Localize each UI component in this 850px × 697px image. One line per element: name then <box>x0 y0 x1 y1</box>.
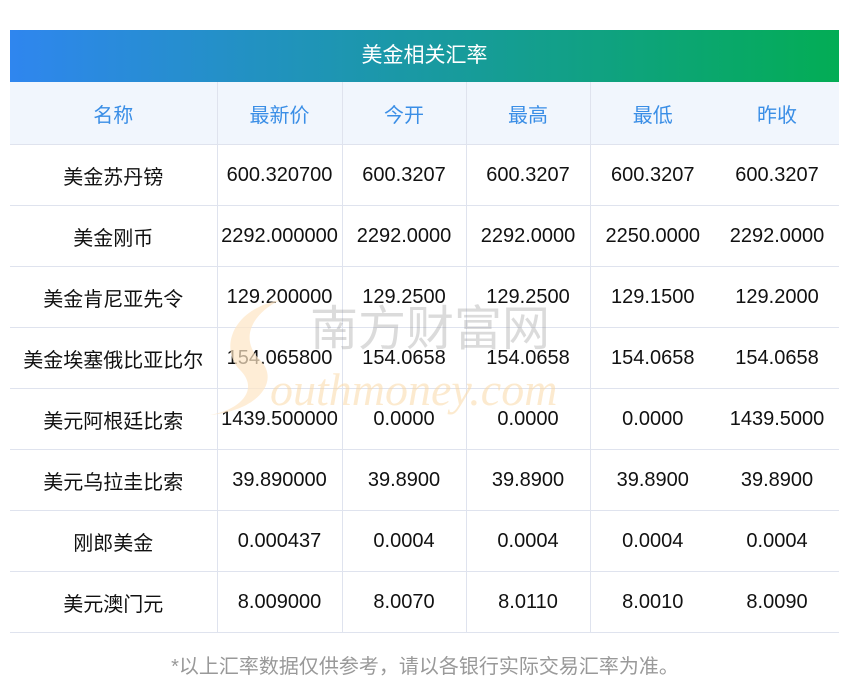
table-row: 美金埃塞俄比亚比尔 154.065800 154.0658 154.0658 154.0… <box>10 327 839 389</box>
rate-cell: 600.3207 <box>715 144 839 206</box>
rate-cell: 600.320700 <box>217 144 343 206</box>
currency-name-cell: 美金刚币 <box>10 205 218 267</box>
header-row: 名称 最新价 今开 最高 最低 昨收 <box>10 82 839 145</box>
rate-cell: 129.2500 <box>466 266 591 328</box>
rate-cell: 600.3207 <box>466 144 591 206</box>
table-row: 刚郎美金 0.000437 0.0004 0.0004 0.0004 0.0004 <box>10 510 839 572</box>
column-header: 今开 <box>342 82 467 145</box>
rate-cell: 39.8900 <box>590 449 715 511</box>
rate-cell: 0.0000 <box>342 388 467 450</box>
rate-cell: 0.0004 <box>466 510 591 572</box>
rate-table: 名称 最新价 今开 最高 最低 昨收 美金苏丹镑 600.320700 600.3207 600… <box>10 82 839 633</box>
rate-cell: 0.0004 <box>342 510 467 572</box>
rate-cell: 39.8900 <box>715 449 839 511</box>
currency-name-cell: 美元阿根廷比索 <box>10 388 218 450</box>
table-row: 美元澳门元 8.009000 8.0070 8.0110 8.0010 8.0090 <box>10 571 839 633</box>
currency-name-cell: 美金肯尼亚先令 <box>10 266 218 328</box>
rate-cell: 154.0658 <box>342 327 467 389</box>
rate-cell: 0.000437 <box>217 510 343 572</box>
table-row: 美元乌拉圭比索 39.890000 39.8900 39.8900 39.8900 39.… <box>10 449 839 511</box>
rate-cell: 600.3207 <box>342 144 467 206</box>
rate-cell: 154.065800 <box>217 327 343 389</box>
rate-cell: 39.890000 <box>217 449 343 511</box>
table-row: 美元阿根廷比索 1439.500000 0.0000 0.0000 0.0000 1439… <box>10 388 839 450</box>
currency-name-cell: 美金苏丹镑 <box>10 144 218 206</box>
column-header: 名称 <box>10 82 218 145</box>
rate-cell: 2292.0000 <box>342 205 467 267</box>
rate-cell: 8.0090 <box>715 571 839 633</box>
rate-cell: 154.0658 <box>466 327 591 389</box>
rate-cell: 154.0658 <box>590 327 715 389</box>
rate-cell: 39.8900 <box>342 449 467 511</box>
rate-table-card: 美金相关汇率 名称 最新价 今开 最高 最低 昨收 美金苏丹镑 600.320700 600.… <box>10 30 839 633</box>
currency-name-cell: 刚郎美金 <box>10 510 218 572</box>
rate-cell: 129.1500 <box>590 266 715 328</box>
rate-cell: 8.009000 <box>217 571 343 633</box>
rate-cell: 2292.0000 <box>466 205 591 267</box>
currency-name-cell: 美元乌拉圭比索 <box>10 449 218 511</box>
rate-cell: 129.2000 <box>715 266 839 328</box>
rate-cell: 2292.0000 <box>715 205 839 267</box>
rate-cell: 129.2500 <box>342 266 467 328</box>
rate-cell: 1439.500000 <box>217 388 343 450</box>
disclaimer: *以上汇率数据仅供参考，请以各银行实际交易汇率为准。 <box>171 656 679 678</box>
rate-cell: 39.8900 <box>466 449 591 511</box>
table-row: 美金苏丹镑 600.320700 600.3207 600.3207 600.3207 6… <box>10 144 839 206</box>
rate-cell: 129.200000 <box>217 266 343 328</box>
rate-cell: 1439.5000 <box>715 388 839 450</box>
currency-name-cell: 美金埃塞俄比亚比尔 <box>10 327 218 389</box>
rate-cell: 8.0010 <box>590 571 715 633</box>
rate-cell: 2292.000000 <box>217 205 343 267</box>
rate-cell: 0.0004 <box>590 510 715 572</box>
rate-cell: 154.0658 <box>715 327 839 389</box>
rate-cell: 0.0000 <box>590 388 715 450</box>
rate-cell: 600.3207 <box>590 144 715 206</box>
column-header: 最高 <box>466 82 591 145</box>
rate-cell: 8.0070 <box>342 571 467 633</box>
rate-cell: 0.0004 <box>715 510 839 572</box>
column-header: 昨收 <box>715 82 839 145</box>
table-row: 美金肯尼亚先令 129.200000 129.2500 129.2500 129.150… <box>10 266 839 328</box>
column-header: 最低 <box>590 82 715 145</box>
rate-cell: 8.0110 <box>466 571 591 633</box>
rate-cell: 2250.0000 <box>590 205 715 267</box>
table-title: 美金相关汇率 <box>10 30 839 82</box>
currency-name-cell: 美元澳门元 <box>10 571 218 633</box>
column-header: 最新价 <box>217 82 343 145</box>
table-row: 美金刚币 2292.000000 2292.0000 2292.0000 2250.00… <box>10 205 839 267</box>
rate-cell: 0.0000 <box>466 388 591 450</box>
